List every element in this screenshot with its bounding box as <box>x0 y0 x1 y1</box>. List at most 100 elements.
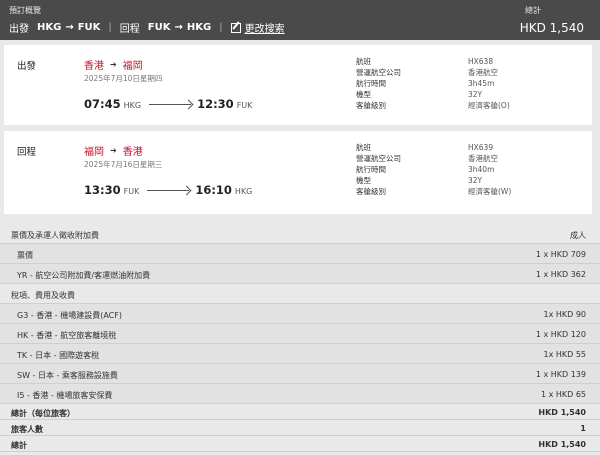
city-pair: 福岡 ➔ 香港 <box>84 143 143 158</box>
grand-total-label: 總計 <box>11 441 27 450</box>
depart-airport: HKG <box>123 101 142 110</box>
depart-time: 07:45 <box>84 97 121 111</box>
per-passenger-total-value: HKD 1,540 <box>538 408 586 417</box>
detail-value: 32Y <box>468 176 483 185</box>
passenger-count-value: 1 <box>580 424 586 433</box>
arrive-airport: HKG <box>234 187 253 196</box>
outbound-to-code: FUK <box>77 22 101 33</box>
detail-value: 32Y <box>468 90 483 99</box>
divider: | <box>108 22 112 33</box>
edit-search-link[interactable]: 更改搜索 <box>245 20 285 35</box>
detail-value: HX638 <box>468 57 494 66</box>
arrive-time: 12:30 <box>197 97 234 111</box>
to-city: 香港 <box>122 147 143 158</box>
detail-row: 營運航空公司 香港航空 <box>356 67 510 78</box>
fare-item-value: 1 x HKD 709 <box>535 250 586 259</box>
flight-times: 07:45 HKG 12:30 FUK <box>84 97 252 111</box>
arrive-airport: FUK <box>236 101 253 110</box>
right-arrow-icon: → <box>65 22 74 33</box>
detail-value: HX639 <box>468 143 494 152</box>
summary-title: 預訂概覽 <box>9 6 41 15</box>
detail-label: 客艙級別 <box>356 101 386 110</box>
booking-summary-bar: 預訂概覽 出發 HKG → FUK | 回程 FUK → HKG | 更改搜索 … <box>0 0 600 40</box>
from-city: 香港 <box>84 61 104 72</box>
detail-row: 航班 HX639 <box>356 142 511 153</box>
fare-row: 票價 1 x HKD 709 <box>0 244 600 264</box>
detail-value: 香港航空 <box>468 68 498 77</box>
detail-label: 機型 <box>356 90 371 99</box>
long-arrow-icon <box>147 190 190 191</box>
tax-value: 1x HKD 90 <box>543 310 586 319</box>
detail-value: 3h40m <box>468 165 495 174</box>
passenger-count-row: 旅客人數 1 <box>0 420 600 436</box>
per-passenger-total-row: 總計（每位旅客） HKD 1,540 <box>0 404 600 420</box>
detail-label: 營運航空公司 <box>356 68 401 77</box>
grand-total-row: 總計 HKD 1,540 <box>0 436 600 452</box>
edit-icon[interactable] <box>230 22 241 33</box>
detail-row: 航班 HX638 <box>356 56 510 67</box>
direction-label: 回程 <box>17 147 37 158</box>
flight-date: 2025年7月16日星期三 <box>84 160 163 169</box>
detail-row: 航行時間 3h45m <box>356 78 510 89</box>
right-arrow-icon: → <box>174 22 183 33</box>
flight-details: 航班 HX638 營運航空公司 香港航空 航行時間 3h45m 機型 32Y 客艙級別 經… <box>356 56 510 111</box>
return-to-code: HKG <box>186 22 212 33</box>
detail-label: 航行時間 <box>356 79 386 88</box>
detail-label: 營運航空公司 <box>356 154 401 163</box>
tax-value: 1 x HKD 120 <box>535 330 586 339</box>
tax-row: I5 - 香港 - 機場旅客安保費 1 x HKD 65 <box>0 384 600 404</box>
tax-value: 1 x HKD 65 <box>540 390 586 399</box>
to-city: 福岡 <box>122 61 143 72</box>
from-city: 福岡 <box>84 147 104 158</box>
detail-label: 航班 <box>356 57 371 66</box>
city-pair: 香港 ➔ 福岡 <box>84 57 143 72</box>
outbound-from-code: HKG <box>37 22 62 33</box>
tax-row: G3 - 香港 - 機場建設費(ACF) 1x HKD 90 <box>0 304 600 324</box>
fare-header-row: 票價及承運人徵收附加費 成人 <box>0 224 600 244</box>
divider: | <box>219 22 223 33</box>
fare-row: YR - 航空公司附加費/客運燃油附加費 1 x HKD 362 <box>0 264 600 284</box>
detail-value: 經濟客艙(O) <box>468 101 510 110</box>
detail-label: 航行時間 <box>356 165 386 174</box>
taxes-section-header: 稅項、費用及收費 <box>0 284 600 304</box>
tax-label: HK - 香港 - 航空旅客離境稅 <box>17 331 117 340</box>
detail-row: 航行時間 3h40m <box>356 164 511 175</box>
fare-item-value: 1 x HKD 362 <box>535 270 586 279</box>
detail-value: 香港航空 <box>468 154 498 163</box>
tax-row: TK - 日本 - 國際遊客稅 1x HKD 55 <box>0 344 600 364</box>
tax-label: SW - 日本 - 乘客服務設施費 <box>17 371 118 380</box>
per-passenger-total-label: 總計（每位旅客） <box>11 409 75 418</box>
detail-row: 營運航空公司 香港航空 <box>356 153 511 164</box>
flight-details: 航班 HX639 營運航空公司 香港航空 航行時間 3h40m 機型 32Y 客艙級別 經… <box>356 142 511 197</box>
fare-item-label: 票價 <box>17 251 33 260</box>
tax-value: 1x HKD 55 <box>543 350 586 359</box>
taxes-label: 稅項、費用及收費 <box>11 291 75 300</box>
fare-header-label: 票價及承運人徵收附加費 <box>11 231 99 240</box>
arrive-time: 16:10 <box>195 183 232 197</box>
flight-date: 2025年7月10日星期四 <box>84 74 163 83</box>
detail-row: 客艙級別 經濟客艙(W) <box>356 186 511 197</box>
total-label: 總計 <box>525 6 541 15</box>
grand-total-value: HKD 1,540 <box>538 440 586 449</box>
right-arrow-icon: ➔ <box>110 60 117 69</box>
detail-row: 機型 32Y <box>356 89 510 100</box>
depart-airport: FUK <box>123 187 140 196</box>
fare-breakdown-table: 票價及承運人徵收附加費 成人 票價 1 x HKD 709 YR - 航空公司附… <box>0 224 600 452</box>
tax-row: SW - 日本 - 乘客服務設施費 1 x HKD 139 <box>0 364 600 384</box>
tax-value: 1 x HKD 139 <box>535 370 586 379</box>
detail-row: 客艙級別 經濟客艙(O) <box>356 100 510 111</box>
tax-label: G3 - 香港 - 機場建設費(ACF) <box>17 311 122 320</box>
flight-times: 13:30 FUK 16:10 HKG <box>84 183 252 197</box>
tax-label: I5 - 香港 - 機場旅客安保費 <box>17 391 113 400</box>
inbound-flight-card: 回程 福岡 ➔ 香港 2025年7月16日星期三 13:30 FUK 16:10… <box>4 131 592 214</box>
tax-label: TK - 日本 - 國際遊客稅 <box>17 351 100 360</box>
fare-item-label: YR - 航空公司附加費/客運燃油附加費 <box>17 271 151 280</box>
route-summary: 出發 HKG → FUK | 回程 FUK → HKG | 更改搜索 <box>9 20 285 35</box>
tax-row: HK - 香港 - 航空旅客離境稅 1 x HKD 120 <box>0 324 600 344</box>
detail-label: 航班 <box>356 143 371 152</box>
return-label: 回程 <box>119 24 140 35</box>
detail-value: 經濟客艙(W) <box>468 187 512 196</box>
depart-time: 13:30 <box>84 183 121 197</box>
detail-value: 3h45m <box>468 79 495 88</box>
direction-label: 出發 <box>17 61 37 72</box>
